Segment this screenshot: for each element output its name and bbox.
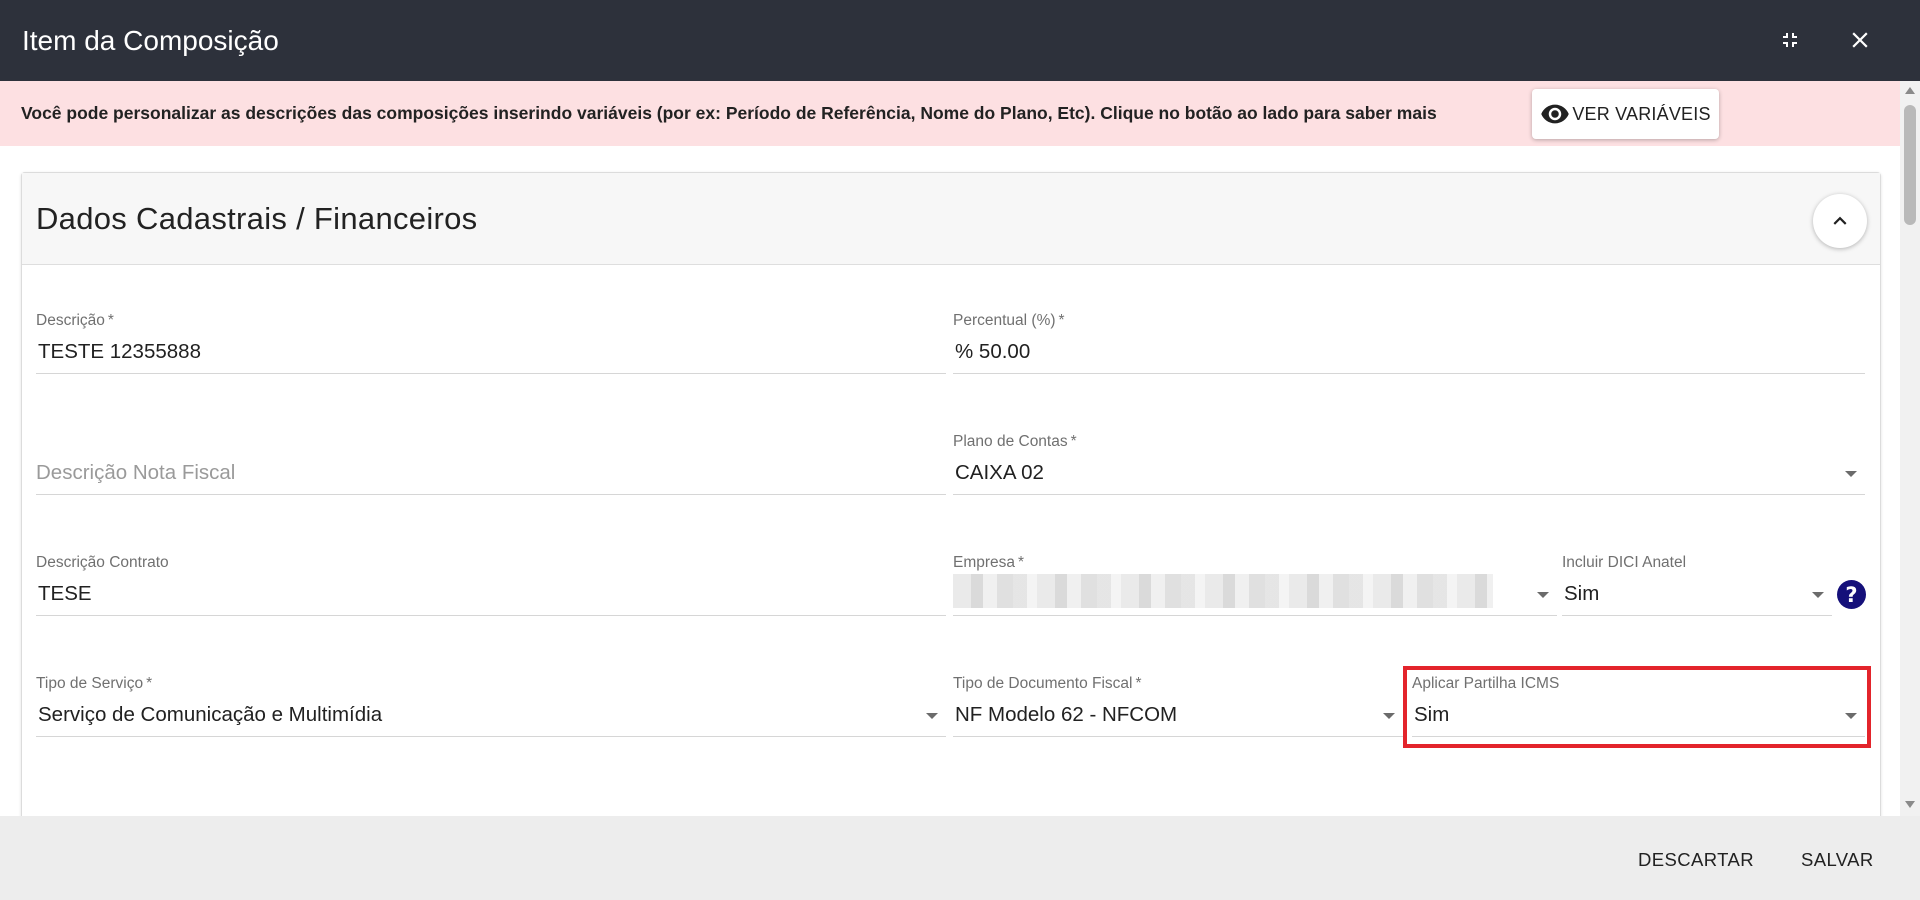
eye-icon bbox=[1541, 104, 1570, 124]
percentual-value: % 50.00 bbox=[955, 340, 1031, 363]
salvar-button[interactable]: SALVAR bbox=[1789, 840, 1886, 880]
empresa-value-blurred bbox=[953, 574, 1493, 608]
percentual-label: Percentual (%) bbox=[953, 312, 1056, 329]
tipo-documento-fiscal-value: NF Modelo 62 - NFCOM bbox=[955, 703, 1178, 726]
tipo-documento-fiscal-select[interactable]: Tipo de Documento Fiscal * NF Modelo 62 -… bbox=[953, 661, 1403, 737]
close-button[interactable] bbox=[1838, 18, 1882, 62]
scroll-thumb[interactable] bbox=[1904, 105, 1916, 225]
descricao-nota-fiscal-field[interactable]: Descrição Nota Fiscal bbox=[36, 419, 946, 495]
banner-message: Você pode personalizar as descrições das… bbox=[21, 103, 1437, 123]
descricao-contrato-value: TESE bbox=[38, 582, 92, 605]
plano-de-contas-label: Plano de Contas bbox=[953, 433, 1068, 450]
empresa-label: Empresa bbox=[953, 554, 1016, 571]
descricao-contrato-field[interactable]: Descrição Contrato TESE bbox=[36, 540, 946, 616]
caret-down-icon bbox=[926, 713, 938, 719]
vertical-scrollbar[interactable] bbox=[1900, 81, 1920, 816]
collapse-section-button[interactable] bbox=[1813, 194, 1867, 248]
descricao-label: Descrição bbox=[36, 312, 105, 329]
descricao-value: TESTE 12355888 bbox=[38, 340, 201, 363]
info-banner: Você pode personalizar as descrições das… bbox=[0, 81, 1900, 146]
section-header: Dados Cadastrais / Financeiros bbox=[22, 173, 1880, 265]
help-icon[interactable]: ? bbox=[1837, 580, 1866, 609]
dialog-footer: DESCARTAR SALVAR bbox=[0, 816, 1920, 900]
section-title: Dados Cadastrais / Financeiros bbox=[36, 200, 478, 236]
descricao-contrato-label: Descrição Contrato bbox=[36, 554, 169, 571]
tipo-de-servico-label: Tipo de Serviço bbox=[36, 675, 144, 692]
descricao-field[interactable]: Descrição * TESTE 12355888 bbox=[36, 298, 946, 374]
chevron-up-icon bbox=[1833, 216, 1847, 225]
caret-down-icon bbox=[1537, 592, 1549, 598]
ver-variaveis-label: VER VARIÁVEIS bbox=[1572, 103, 1711, 124]
empresa-select[interactable]: Empresa * bbox=[953, 540, 1557, 616]
descartar-button[interactable]: DESCARTAR bbox=[1626, 840, 1766, 880]
ver-variaveis-button[interactable]: VER VARIÁVEIS bbox=[1532, 89, 1719, 139]
scroll-up-icon[interactable] bbox=[1905, 87, 1915, 94]
caret-down-icon bbox=[1383, 713, 1395, 719]
percentual-field[interactable]: Percentual (%) * % 50.00 bbox=[953, 298, 1865, 374]
close-icon bbox=[1852, 32, 1868, 48]
descricao-nota-fiscal-placeholder: Descrição Nota Fiscal bbox=[36, 461, 236, 484]
dialog-title: Item da Composição bbox=[22, 24, 279, 56]
tipo-documento-fiscal-label: Tipo de Documento Fiscal bbox=[953, 675, 1133, 692]
highlight-box bbox=[1403, 666, 1871, 748]
incluir-dici-anatel-label: Incluir DICI Anatel bbox=[1562, 554, 1687, 571]
plano-de-contas-select[interactable]: Plano de Contas * CAIXA 02 bbox=[953, 419, 1865, 495]
dialog-titlebar: Item da Composição bbox=[0, 0, 1920, 81]
minimize-button[interactable] bbox=[1768, 18, 1812, 62]
scroll-down-icon[interactable] bbox=[1905, 801, 1915, 808]
incluir-dici-anatel-value: Sim bbox=[1564, 582, 1600, 605]
plano-de-contas-value: CAIXA 02 bbox=[955, 461, 1044, 484]
fullscreen-exit-icon bbox=[1783, 33, 1797, 47]
incluir-dici-anatel-select[interactable]: Incluir DICI Anatel Sim bbox=[1562, 540, 1832, 616]
caret-down-icon bbox=[1812, 592, 1824, 598]
tipo-de-servico-value: Serviço de Comunicação e Multimídia bbox=[38, 703, 383, 726]
tipo-de-servico-select[interactable]: Tipo de Serviço * Serviço de Comunicação … bbox=[36, 661, 946, 737]
caret-down-icon bbox=[1845, 471, 1857, 477]
